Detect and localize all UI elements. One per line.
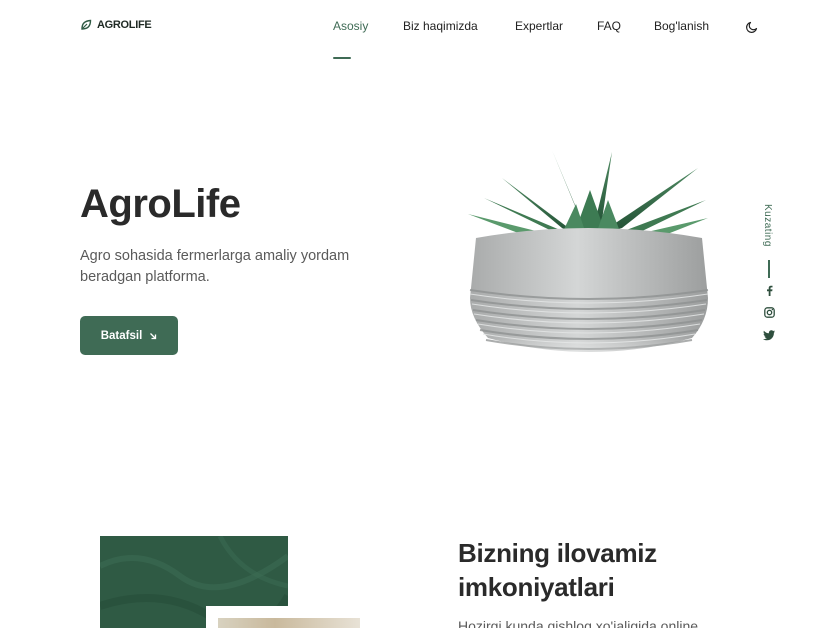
twitter-icon[interactable]: [763, 328, 776, 341]
nav-item-faq[interactable]: FAQ: [597, 19, 621, 33]
arrow-down-right-icon: [150, 332, 157, 339]
batafsil-button-label: Batafsil: [100, 329, 143, 342]
batafsil-button[interactable]: Batafsil: [80, 316, 178, 355]
follow-divider: [768, 260, 770, 278]
nav-item-asosiy[interactable]: Asosiy: [333, 19, 368, 33]
logo[interactable]: AGROLIFE: [80, 19, 152, 31]
succulent-plant-image: [462, 150, 714, 386]
brand-name: AGROLIFE: [97, 19, 152, 31]
header: AGROLIFE Asosiy Biz haqimizda Expertlar …: [0, 0, 838, 59]
instagram-icon[interactable]: [763, 306, 776, 319]
facebook-icon[interactable]: [763, 284, 776, 297]
nav-item-expertlar[interactable]: Expertlar: [515, 19, 563, 33]
leaf-icon: [81, 19, 92, 30]
farmer-photo-image: [218, 618, 360, 628]
nav-active-indicator: [333, 57, 351, 59]
moon-icon[interactable]: [745, 20, 759, 34]
features-title: Bizning ilovamiz imkoniyatlari: [458, 538, 657, 602]
follow-label: Kuzating: [762, 204, 773, 247]
hero-title: AgroLife: [80, 182, 241, 226]
nav-item-biz-haqimizda[interactable]: Biz haqimizda: [403, 19, 478, 33]
hero-subtitle: Agro sohasida fermerlarga amaliy yordam …: [80, 248, 350, 285]
nav-item-boglanish[interactable]: Bog'lanish: [654, 19, 709, 33]
features-text: Hozirgi kunda qishloq xo'jaligida online: [458, 618, 699, 628]
